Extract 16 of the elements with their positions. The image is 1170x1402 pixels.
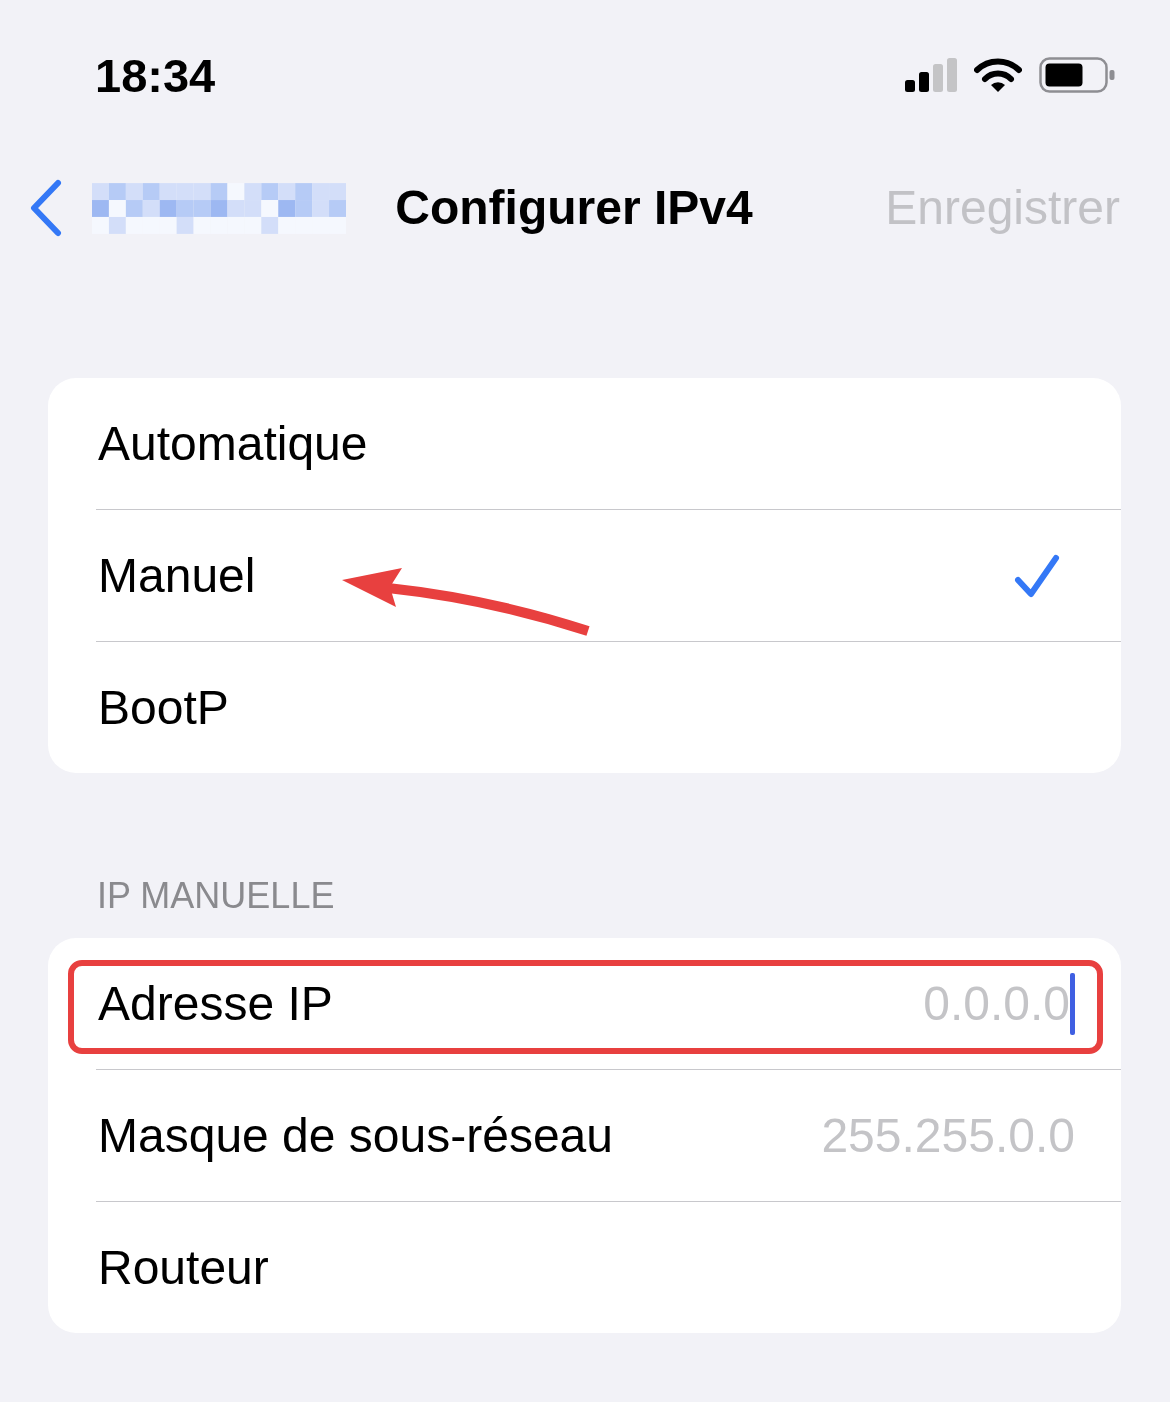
status-time: 18:34: [95, 51, 216, 99]
option-item[interactable]: BootP: [48, 642, 1121, 773]
field-label: Routeur: [98, 1239, 270, 1296]
option-item[interactable]: Automatique: [48, 378, 1121, 509]
signal-icon: [905, 58, 957, 92]
screen-title: Configurer IPv4: [395, 180, 753, 237]
back-button[interactable]: [28, 179, 346, 237]
input-field[interactable]: 255.255.0.0: [636, 1106, 1075, 1165]
field-label: Adresse IP: [98, 975, 334, 1032]
back-chevron-icon: [28, 179, 64, 237]
field-label: Masque de sous-réseau: [98, 1107, 614, 1164]
wifi-icon: [974, 57, 1022, 93]
section-header: IP MANUELLE: [97, 874, 336, 918]
option-item[interactable]: Manuel: [48, 510, 1121, 641]
input-field[interactable]: 0.0.0.0: [356, 974, 1070, 1033]
battery-icon: [1039, 57, 1115, 93]
